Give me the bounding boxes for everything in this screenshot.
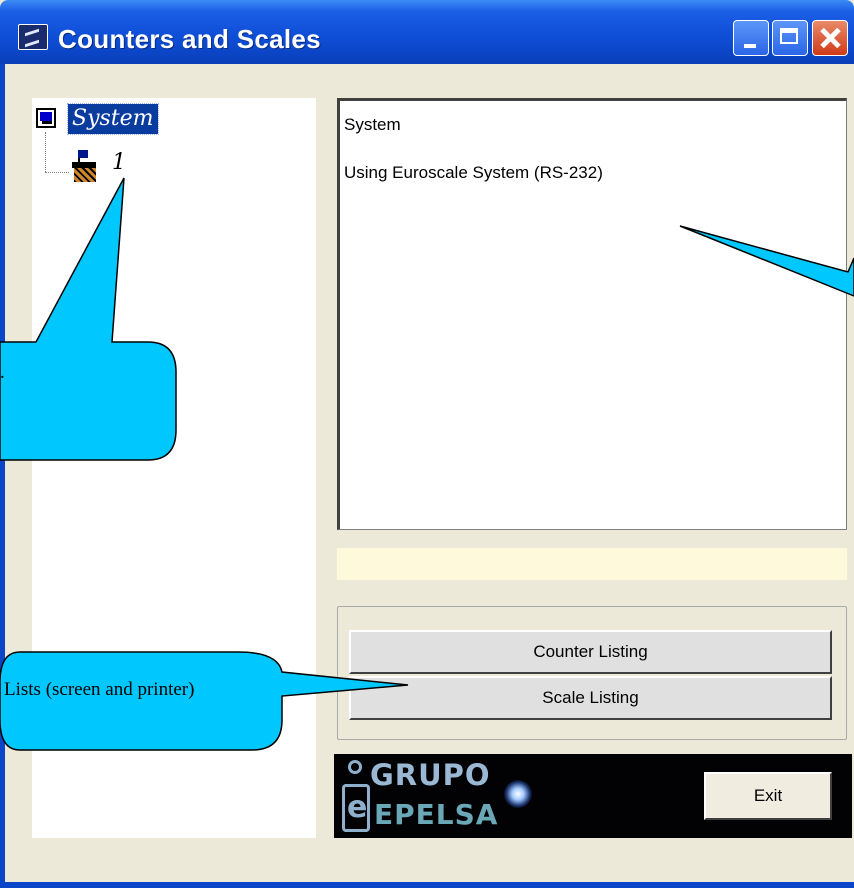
system-tree[interactable]: System 1	[32, 98, 316, 838]
scale-listing-button[interactable]: Scale Listing	[349, 676, 832, 720]
info-panel: System Using Euroscale System (RS-232)	[337, 98, 847, 530]
computer-icon[interactable]	[36, 108, 56, 128]
status-bar	[337, 548, 847, 580]
logo-figure-icon	[348, 760, 362, 774]
window-border-bottom	[0, 882, 854, 888]
window-border-left	[0, 64, 5, 888]
logo-e-icon	[342, 784, 370, 832]
counter-listing-button[interactable]: Counter Listing	[349, 630, 832, 674]
tree-node-system[interactable]: System	[67, 103, 159, 135]
app-icon[interactable]	[18, 24, 48, 50]
minimize-button[interactable]	[733, 20, 769, 56]
scale-icon[interactable]	[72, 150, 100, 184]
tree-callout-text: .	[0, 362, 5, 383]
tree-node-scale-1[interactable]: 1	[112, 150, 126, 175]
logo-sparkle-icon	[504, 780, 532, 808]
title-bar[interactable]: Counters and Scales	[0, 0, 854, 64]
tree-connector	[45, 132, 46, 172]
exit-button[interactable]: Exit	[704, 772, 832, 820]
close-button[interactable]	[812, 20, 848, 56]
tree-connector	[45, 172, 69, 173]
lists-callout-text: Lists (screen and printer)	[4, 679, 195, 700]
window-title: Counters and Scales	[58, 24, 321, 54]
logo-text-epelsa: EPELSA	[374, 798, 499, 831]
maximize-button[interactable]	[772, 20, 808, 56]
app-window: Counters and Scales System 1 System Usin…	[0, 0, 854, 888]
info-description: Using Euroscale System (RS-232)	[344, 163, 603, 182]
info-title: System	[344, 115, 401, 134]
logo-text-grupo: GRUPO	[370, 758, 491, 792]
